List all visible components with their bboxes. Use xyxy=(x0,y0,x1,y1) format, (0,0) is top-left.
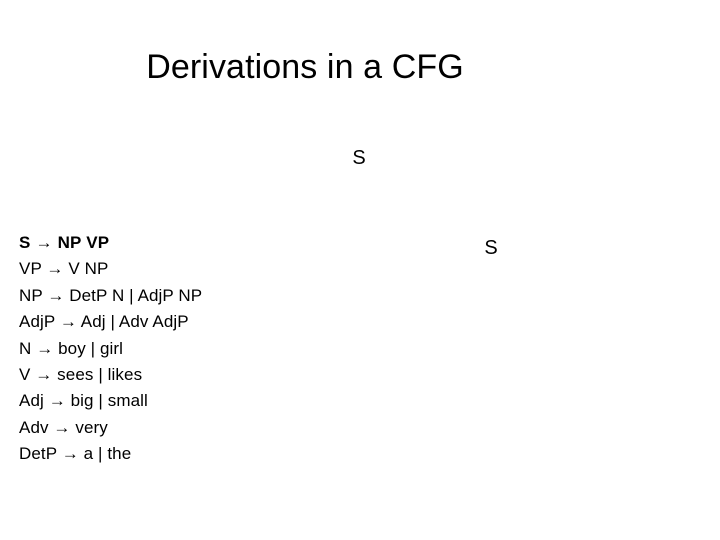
derivation-node-s-right: S xyxy=(484,237,498,259)
grammar-rule: VP → V NP xyxy=(19,259,109,279)
slide-canvas: Derivations in a CFG S S S → NP VP VP → … xyxy=(0,0,720,540)
grammar-rule: S → NP VP xyxy=(19,233,110,252)
grammar-rule: NP → DetP N | AdjP NP xyxy=(19,285,203,305)
grammar-rule: Adv → very xyxy=(19,417,108,437)
grammar-rule: N → boy | girl xyxy=(19,338,124,358)
grammar-rule: AdjP → Adj | Adv AdjP xyxy=(19,312,189,332)
grammar-rule: DetP → a | the xyxy=(19,444,132,464)
grammar-rule: V → sees | likes xyxy=(19,365,143,385)
grammar-rule: Adj → big | small xyxy=(19,391,148,411)
derivation-node-s-top: S xyxy=(352,147,366,169)
page-title: Derivations in a CFG xyxy=(146,48,464,86)
grammar-rules-list: S → NP VP VP → V NP NP → DetP N | AdjP N… xyxy=(19,230,319,468)
